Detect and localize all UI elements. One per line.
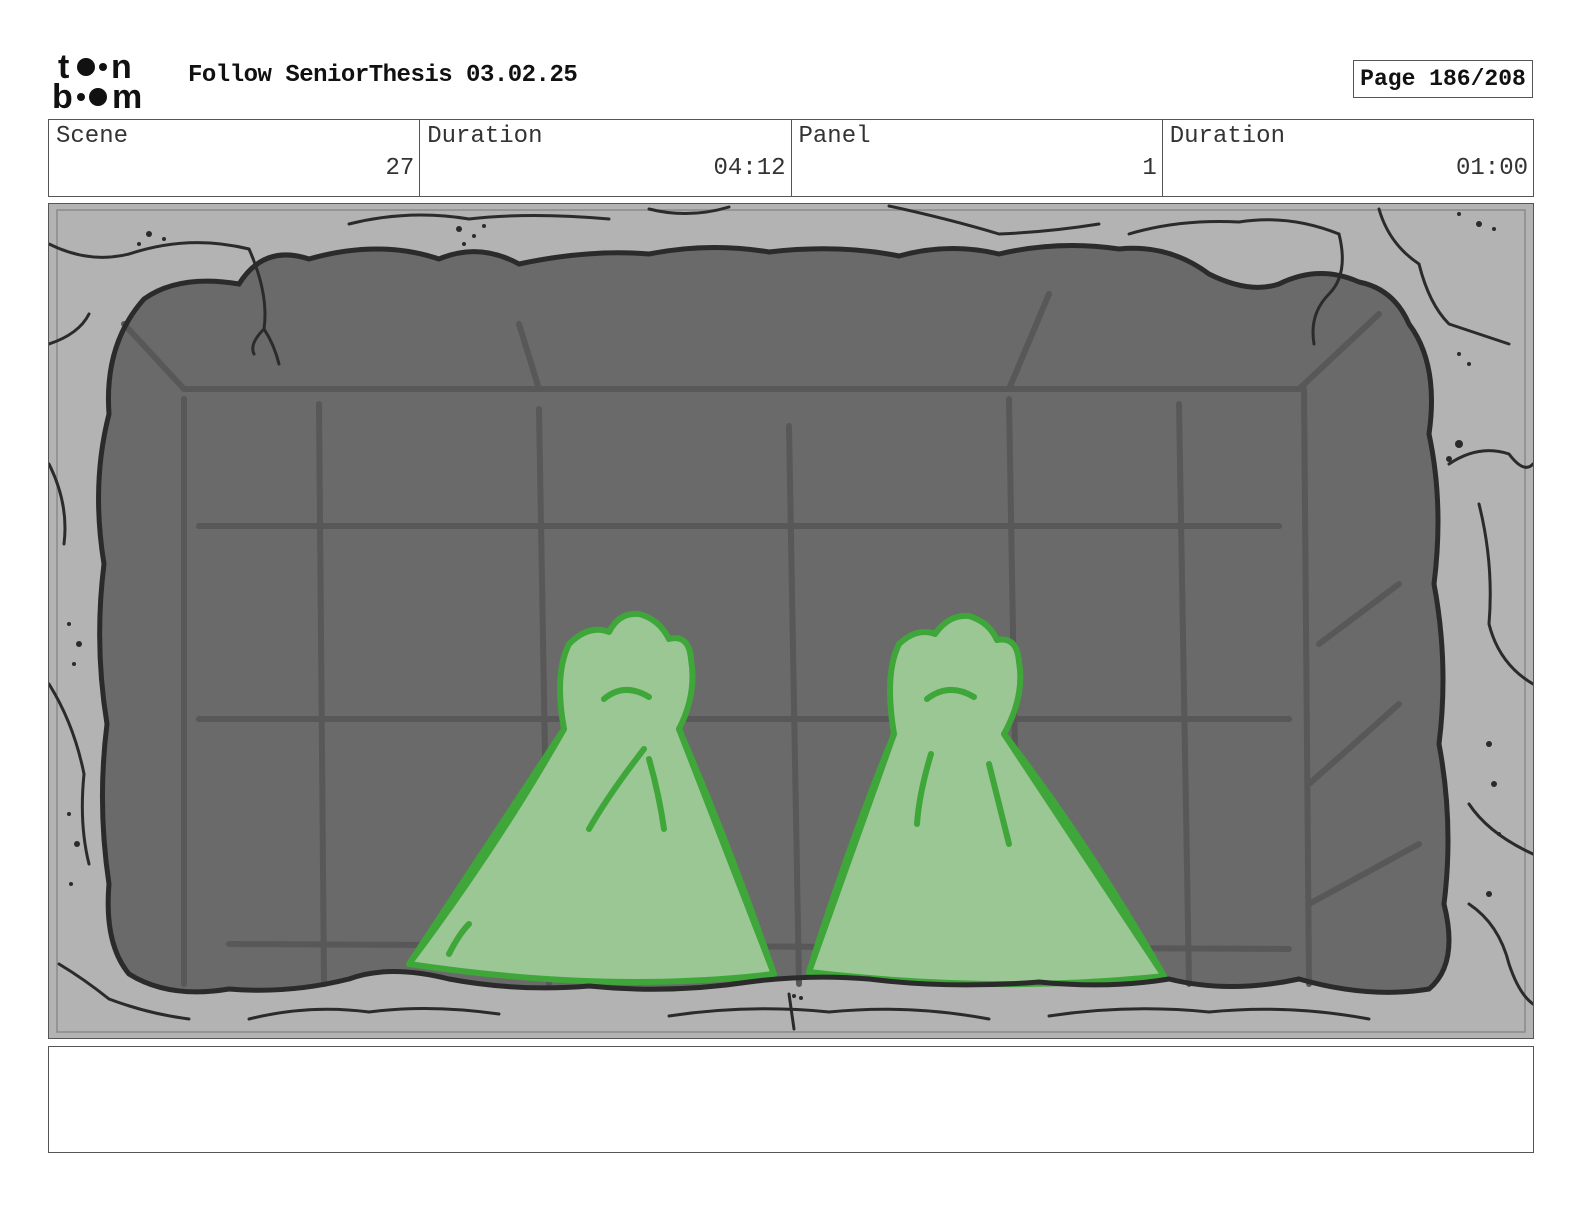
panel-notes[interactable] [48,1046,1534,1153]
scene-value: 27 [385,155,415,182]
document-title: Follow SeniorThesis 03.02.25 [188,62,578,89]
scene-duration-cell: Duration 04:12 [420,120,792,196]
page-label: Page 186/208 [1360,66,1526,92]
page-indicator: Page 186/208 [1353,60,1533,98]
panel-duration-cell: Duration 01:00 [1163,120,1533,196]
storyboard-drawing [49,204,1533,1038]
panel-duration-label: Duration [1169,123,1285,150]
panel-info-row: Scene 27 Duration 04:12 Panel 1 Duration… [48,119,1534,197]
panel-cell: Panel 1 [792,120,1163,196]
scene-label: Scene [56,123,129,150]
scene-cell: Scene 27 [49,120,421,196]
panel-label: Panel [798,123,871,150]
scene-duration-value: 04:12 [713,155,786,182]
pit-area [98,245,1450,993]
toon-boom-logo: t n b m [52,50,142,112]
svg-text:m: m [112,78,142,112]
svg-text:b: b [52,78,73,112]
panel-duration-value: 01:00 [1455,155,1528,182]
storyboard-panel [48,203,1534,1039]
panel-value: 1 [1142,155,1157,182]
scene-duration-label: Duration [427,123,543,150]
